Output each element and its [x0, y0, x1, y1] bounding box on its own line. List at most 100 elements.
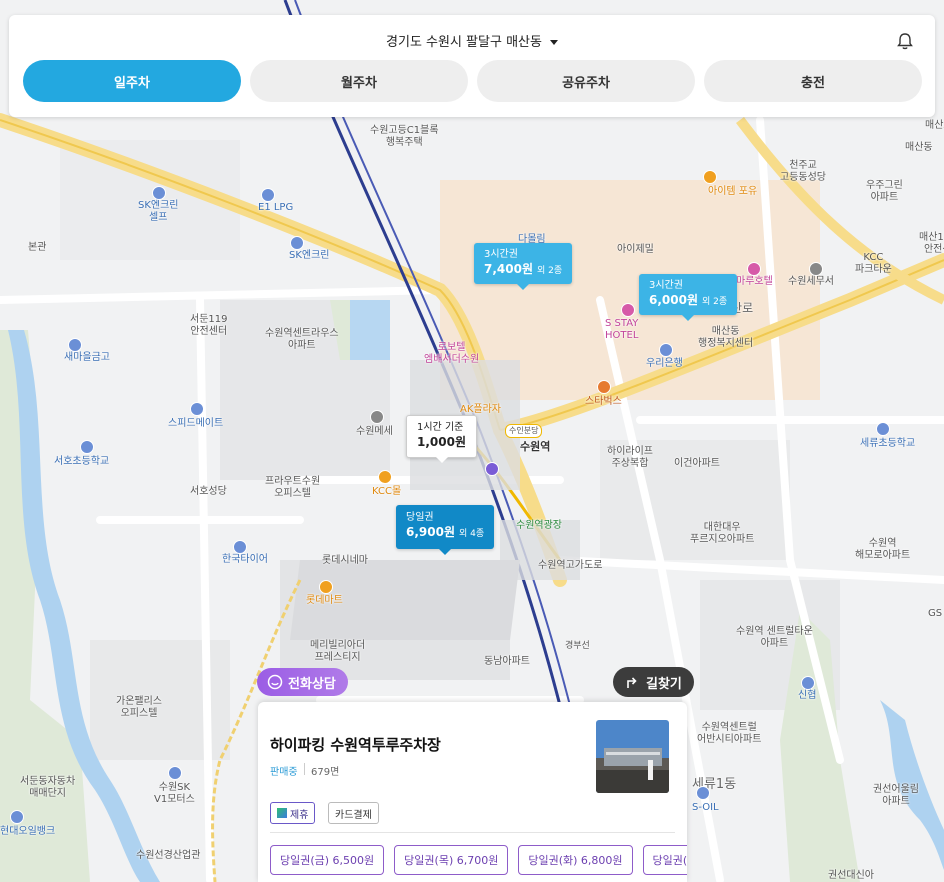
parking-spaces: 679면	[311, 767, 340, 778]
poi-pin-icon	[597, 380, 611, 394]
tab-monthly-parking[interactable]: 월주차	[250, 60, 468, 102]
poi-pin-icon	[809, 262, 823, 276]
map-label: 마루호텔	[736, 276, 773, 287]
poi-pin-icon	[696, 786, 710, 800]
map-label: 현대오일뱅크	[0, 826, 56, 837]
parking-price-marker-selected[interactable]: 당일권 6,900원 외 4종	[396, 505, 495, 555]
map-label: 롯데마트	[306, 595, 343, 606]
top-panel: 경기도 수원시 팔달구 매산동 일주차 월주차 공유주차 충전	[9, 15, 935, 117]
poi-pin-icon	[659, 343, 673, 357]
map-label: 권선어울림 아파트	[873, 784, 919, 807]
parking-price-marker[interactable]: 3시간권 7,400원 외 2종	[474, 243, 573, 290]
ticket-option[interactable]: 당일권(화) 6,800원	[518, 845, 633, 875]
map-label: E1 LPG	[258, 202, 294, 213]
bell-icon[interactable]	[895, 31, 915, 51]
map-label: 이건아파트	[674, 458, 720, 469]
map-label: 수원역고가도로	[538, 560, 603, 571]
phone-consult-button[interactable]: 전화상담	[257, 668, 348, 696]
ticket-option[interactable]: 당일권(목) 6,700원	[394, 845, 509, 875]
parking-name: 하이파킹 수원역투루주차장	[270, 736, 441, 754]
turn-right-icon	[627, 677, 637, 688]
map-label: 수원역센트라우스 아파트	[265, 328, 339, 351]
ticket-option[interactable]: 당일권(금) 6,500원	[270, 845, 385, 875]
map-label: 대한대우 푸르지오아파트	[690, 522, 755, 545]
tab-shared-parking[interactable]: 공유주차	[477, 60, 695, 102]
map-label: 수원선경산업관	[136, 850, 201, 861]
poi-pin-icon	[168, 766, 182, 780]
category-tabs: 일주차 월주차 공유주차 충전	[23, 60, 922, 102]
poi-pin-icon	[261, 188, 275, 202]
marker-extra: 외 4종	[459, 529, 485, 539]
card-payment-tag: 카드결제	[328, 802, 379, 824]
map-label: 우리은행	[646, 358, 683, 369]
map-label: SK엔크린 셀프	[138, 200, 179, 223]
map-label: KCC 파크타운	[855, 252, 892, 275]
ticket-option[interactable]: 당일권(수) 6,900원	[642, 845, 687, 875]
poi-pin-icon	[10, 810, 24, 824]
map-label: 서호초등학교	[54, 456, 110, 467]
map-label: 수원역센트럴 어반시티아파트	[697, 722, 762, 745]
map-label: 매산119안전센	[919, 232, 944, 255]
parking-price-marker[interactable]: 1시간 기준 1,000원	[406, 415, 477, 463]
tab-daily-parking[interactable]: 일주차	[23, 60, 241, 102]
map-label: 신협	[798, 690, 817, 701]
map-label: 수원고등C1블록 행복주택	[370, 125, 439, 148]
poi-pin-icon	[876, 422, 890, 436]
caret-down-icon	[549, 40, 558, 45]
map-label: 수원세무서	[788, 276, 834, 287]
map-label: 메리빌리아더 프레스티지	[310, 640, 366, 663]
poi-pin-icon	[319, 580, 333, 594]
map-label: S STAY HOTEL	[605, 318, 639, 341]
map-label: 새마을금고	[64, 352, 110, 363]
location-label: 경기도 수원시 팔달구 매산동	[386, 35, 542, 50]
map-label: 스피드메이트	[168, 418, 224, 429]
map-label: 매산동	[905, 142, 933, 153]
parking-photo[interactable]	[596, 720, 669, 793]
map-label: 매산동 행정복지센터	[698, 326, 754, 349]
poi-pin-icon	[290, 236, 304, 250]
parking-price-marker[interactable]: 3시간권 6,000원 외 2종	[639, 274, 738, 321]
map-label: 서호성당	[190, 486, 227, 497]
map-label: 수원메세	[356, 426, 393, 437]
marker-extra: 외 2종	[537, 266, 563, 276]
location-selector[interactable]: 경기도 수원시 팔달구 매산동	[9, 31, 935, 50]
map-label: 우주그린 아파트	[866, 180, 903, 203]
map-label: 롯데시네마	[322, 555, 368, 566]
map-label: 서둔119 안전센터	[190, 314, 228, 337]
marker-extra: 외 2종	[702, 297, 728, 307]
poi-pin-icon	[152, 186, 166, 200]
map-label: 동남아파트	[484, 656, 530, 667]
map-label: 수원역 센트럴타운 아파트	[736, 626, 813, 649]
marker-price: 7,400원	[484, 262, 533, 276]
partner-tag-label: 제휴	[290, 809, 309, 821]
poi-pin-icon	[747, 262, 761, 276]
poi-pin-icon	[370, 410, 384, 424]
map-label: 한국타이어	[222, 554, 268, 565]
map-label: 하이라이프 주상복합	[607, 446, 653, 469]
marker-label: 1시간 기준	[417, 422, 464, 433]
parking-detail-card[interactable]: 하이파킹 수원역투루주차장 판매중 679면 제휴 카드결제 당일권(금) 6,…	[258, 702, 687, 882]
map-label: 프라우트수원 오피스텔	[265, 476, 321, 499]
map-label: S-OIL	[692, 802, 719, 813]
map-label: 천주교 고등동성당	[780, 160, 826, 183]
map-label: 세류초등학교	[860, 438, 916, 449]
poi-pin-icon	[68, 338, 82, 352]
marker-label: 3시간권	[649, 280, 683, 291]
navigate-button[interactable]: 길찾기	[613, 667, 694, 697]
map-label: 서둔동자동차 매매단지	[20, 776, 76, 799]
subway-station-icon	[485, 462, 499, 476]
map-label: 수원역광장	[516, 520, 562, 531]
marker-label: 3시간권	[484, 249, 518, 260]
tab-charging[interactable]: 충전	[704, 60, 922, 102]
divider	[304, 763, 305, 775]
map-label: 수원역 해모로아파트	[855, 538, 911, 561]
poi-pin-icon	[233, 540, 247, 554]
map-label: 본관	[28, 242, 47, 253]
map-label: GS	[928, 608, 943, 619]
map-label: 수인분당	[505, 424, 543, 438]
partner-tag: 제휴	[270, 802, 316, 824]
map-label: 권선대신아	[828, 870, 874, 881]
map-label: 로보텔 엠배서더수원	[424, 342, 480, 365]
map-label: 수원SK V1모터스	[154, 782, 195, 805]
poi-pin-icon	[801, 676, 815, 690]
